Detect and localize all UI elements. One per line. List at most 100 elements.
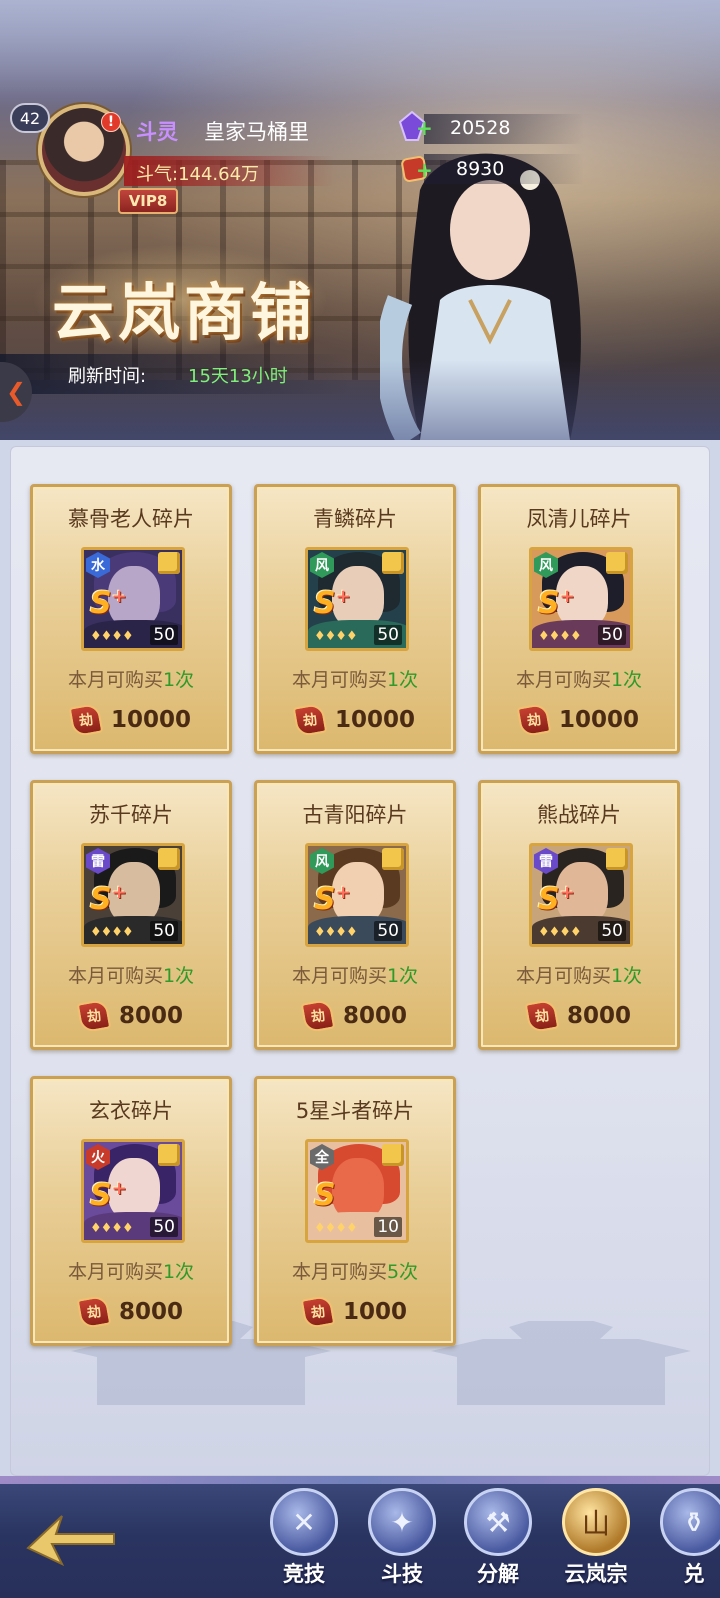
purchase-limit: 本月可购买1次 xyxy=(481,665,677,692)
item-title: 熊战碎片 xyxy=(537,803,621,827)
star-flames-icon: ♦♦♦♦ xyxy=(90,1221,134,1236)
shop-item-card[interactable]: 青鳞碎片 风 S+ ♦♦♦♦ 50 本月可购买1次 劫 10000 xyxy=(254,484,456,754)
shop-item-card[interactable]: 5星斗者碎片 全 S ♦♦♦♦ 10 本月可购买5次 劫 1000 xyxy=(254,1076,456,1346)
portrait-face xyxy=(332,1158,384,1220)
nav-button[interactable]: ✦ 斗技 xyxy=(362,1488,442,1592)
fragment-count: 50 xyxy=(598,625,626,645)
grade-label: S+ xyxy=(90,882,127,917)
limit-prefix: 本月可购买 xyxy=(515,669,611,691)
shop-token-icon: 劫 xyxy=(76,1294,112,1330)
item-title: 古青阳碎片 xyxy=(302,803,408,827)
item-title: 慕骨老人碎片 xyxy=(68,507,194,531)
shop-item-card[interactable]: 玄衣碎片 火 S+ ♦♦♦♦ 50 本月可购买1次 劫 8000 xyxy=(30,1076,232,1346)
nav-button[interactable]: 山 云岚宗 xyxy=(556,1488,636,1592)
grade-plus: + xyxy=(111,1178,127,1199)
refresh-label: 刷新时间: xyxy=(68,366,147,387)
price-row[interactable]: 劫 10000 xyxy=(257,702,453,738)
fragment-count: 50 xyxy=(150,921,178,941)
limit-prefix: 本月可购买 xyxy=(67,1261,163,1283)
nav-button[interactable]: ⚱ 兑 xyxy=(654,1488,720,1592)
shop-token-icon: 劫 xyxy=(300,1294,336,1330)
exchange-bag-icon: ⚱ xyxy=(660,1488,720,1556)
nav-label: 斗技 xyxy=(381,1562,423,1586)
price-row[interactable]: 劫 8000 xyxy=(257,998,453,1034)
nav-button[interactable]: ⚒ 分解 xyxy=(458,1488,538,1592)
player-level-badge: 42 xyxy=(10,103,50,133)
price-row[interactable]: 劫 8000 xyxy=(33,1294,229,1330)
grade-plus: + xyxy=(111,882,127,903)
purchase-limit: 本月可购买1次 xyxy=(33,961,229,988)
shop-item-card[interactable]: 苏千碎片 雷 S+ ♦♦♦♦ 50 本月可购买1次 劫 8000 xyxy=(30,780,232,1050)
add-token-button[interactable]: + xyxy=(416,158,433,182)
scroll-icon: ✦ xyxy=(368,1488,436,1556)
price-row[interactable]: 劫 8000 xyxy=(33,998,229,1034)
fragment-puzzle-icon xyxy=(606,552,628,574)
item-price: 10000 xyxy=(110,707,192,733)
star-flames-icon: ♦♦♦♦ xyxy=(538,925,582,940)
fragment-puzzle-icon xyxy=(158,1144,180,1166)
item-price: 10000 xyxy=(558,707,640,733)
crossed-swords-icon: ✕ xyxy=(270,1488,338,1556)
hero-portrait[interactable]: 全 S ♦♦♦♦ 10 xyxy=(305,1139,409,1243)
grade-plus: + xyxy=(335,586,351,607)
shop-item-card[interactable]: 凤清儿碎片 风 S+ ♦♦♦♦ 50 本月可购买1次 劫 10000 xyxy=(478,484,680,754)
hero-portrait[interactable]: 火 S+ ♦♦♦♦ 50 xyxy=(81,1139,185,1243)
grade-letter: S xyxy=(90,586,112,621)
hero-portrait[interactable]: 水 S+ ♦♦♦♦ 50 xyxy=(81,547,185,651)
nav-label: 兑 xyxy=(683,1562,705,1586)
back-arrow-icon[interactable] xyxy=(22,1508,118,1570)
hero-portrait[interactable]: 雷 S+ ♦♦♦♦ 50 xyxy=(81,843,185,947)
fragment-puzzle-icon xyxy=(382,848,404,870)
add-crystal-button[interactable]: + xyxy=(416,116,433,140)
fragment-count: 10 xyxy=(374,1217,402,1237)
fragment-puzzle-icon xyxy=(158,848,180,870)
vip-badge[interactable]: VIP8 xyxy=(118,188,178,214)
limit-prefix: 本月可购买 xyxy=(291,965,387,987)
limit-prefix: 本月可购买 xyxy=(67,669,163,691)
shop-item-card[interactable]: 古青阳碎片 风 S+ ♦♦♦♦ 50 本月可购买1次 劫 8000 xyxy=(254,780,456,1050)
price-row[interactable]: 劫 10000 xyxy=(481,702,677,738)
limit-count: 1次 xyxy=(162,965,195,987)
star-flames-icon: ♦♦♦♦ xyxy=(314,629,358,644)
hero-portrait[interactable]: 雷 S+ ♦♦♦♦ 50 xyxy=(529,843,633,947)
grade-label: S+ xyxy=(314,586,351,621)
shop-item-card[interactable]: 熊战碎片 雷 S+ ♦♦♦♦ 50 本月可购买1次 劫 8000 xyxy=(478,780,680,1050)
purchase-limit: 本月可购买1次 xyxy=(257,961,453,988)
grade-label: S+ xyxy=(314,882,351,917)
item-price: 8000 xyxy=(118,1299,183,1325)
player-name: 皇家马桶里 xyxy=(204,120,309,144)
limit-prefix: 本月可购买 xyxy=(67,965,163,987)
limit-prefix: 本月可购买 xyxy=(291,669,387,691)
price-row[interactable]: 劫 10000 xyxy=(33,702,229,738)
shop-item-card[interactable]: 慕骨老人碎片 水 S+ ♦♦♦♦ 50 本月可购买1次 劫 10000 xyxy=(30,484,232,754)
token-amount: 8930 xyxy=(456,158,505,180)
nav-button[interactable]: ✕ 竞技 xyxy=(264,1488,344,1592)
star-flames-icon: ♦♦♦♦ xyxy=(90,925,134,940)
hero-portrait[interactable]: 风 S+ ♦♦♦♦ 50 xyxy=(529,547,633,651)
item-title: 青鳞碎片 xyxy=(313,507,397,531)
item-price: 10000 xyxy=(334,707,416,733)
hero-portrait[interactable]: 风 S+ ♦♦♦♦ 50 xyxy=(305,843,409,947)
nav-label: 分解 xyxy=(477,1562,519,1586)
item-price: 8000 xyxy=(566,1003,631,1029)
star-flames-icon: ♦♦♦♦ xyxy=(314,1221,358,1236)
nav-label: 云岚宗 xyxy=(564,1562,628,1586)
grade-label: S+ xyxy=(538,882,575,917)
player-power: 斗气:144.64万 xyxy=(136,164,260,185)
price-row[interactable]: 劫 1000 xyxy=(257,1294,453,1330)
pagoda-decoration xyxy=(431,1285,691,1405)
limit-prefix: 本月可购买 xyxy=(291,1261,387,1283)
shop-token-icon: 劫 xyxy=(524,998,560,1034)
grade-plus: + xyxy=(335,882,351,903)
price-row[interactable]: 劫 8000 xyxy=(481,998,677,1034)
armor-icon: ⚒ xyxy=(464,1488,532,1556)
shop-token-icon: 劫 xyxy=(300,998,336,1034)
hero-portrait[interactable]: 风 S+ ♦♦♦♦ 50 xyxy=(305,547,409,651)
item-price: 8000 xyxy=(342,1003,407,1029)
purchase-limit: 本月可购买1次 xyxy=(33,1257,229,1284)
grade-letter: S xyxy=(314,586,336,621)
purchase-limit: 本月可购买1次 xyxy=(481,961,677,988)
grade-plus: + xyxy=(559,586,575,607)
shop-title: 云岚商铺 xyxy=(52,276,317,349)
star-flames-icon: ♦♦♦♦ xyxy=(538,629,582,644)
